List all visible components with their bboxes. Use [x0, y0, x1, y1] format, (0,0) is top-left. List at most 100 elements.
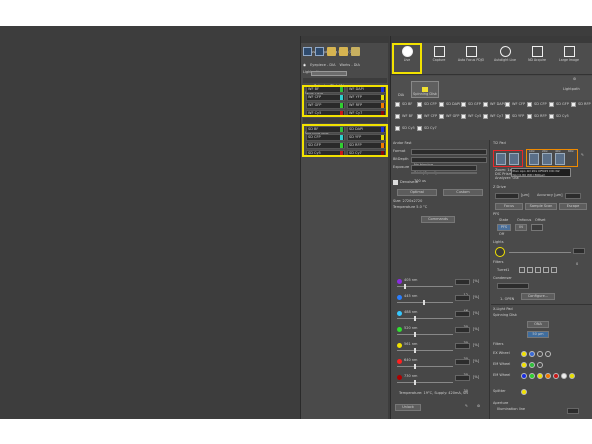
laser-slider-thumb[interactable] — [413, 348, 416, 353]
lightpath-check[interactable]: WF BF — [395, 114, 413, 119]
checkbox[interactable] — [461, 114, 466, 119]
ex-wheel-pos-3[interactable] — [537, 351, 543, 357]
checkbox[interactable] — [417, 126, 422, 131]
checkbox[interactable] — [395, 114, 400, 119]
objective-20x[interactable] — [509, 153, 519, 165]
accuracy-input[interactable]: 0.000 — [565, 193, 581, 210]
laser-toggle[interactable] — [397, 295, 402, 300]
ex-wheel-pos-2[interactable] — [529, 351, 535, 357]
unlock-button[interactable]: Unlock — [395, 404, 421, 411]
lightpath-check[interactable]: SD CFP — [527, 102, 547, 107]
auto-focus-pdjo-button[interactable]: Auto Focus PDJO — [457, 46, 485, 72]
condenser-select[interactable]: 1- OPEN — [497, 283, 529, 300]
lightpath-check[interactable]: SD RFP — [527, 114, 547, 119]
laser-toggle[interactable] — [397, 279, 402, 284]
commands-button[interactable]: Commands — [421, 216, 455, 223]
checkbox[interactable] — [417, 102, 422, 107]
exposure-slider[interactable] — [411, 172, 477, 174]
lightpath-check[interactable]: SD GFP — [461, 102, 481, 107]
edit-objective-icon[interactable]: ✎ — [581, 153, 584, 158]
laser-slider[interactable] — [397, 334, 453, 335]
objective-10x[interactable] — [496, 153, 506, 165]
turret-pos-3[interactable] — [535, 267, 541, 273]
lightpath-check[interactable]: SD CFP — [417, 102, 437, 107]
move-icon[interactable] — [351, 46, 360, 56]
laser-toggle[interactable] — [397, 343, 402, 348]
em-wheel-pos-2[interactable] — [529, 362, 535, 368]
lightpath-check[interactable]: WF CFP — [505, 102, 525, 107]
laser-value-input[interactable]: 30 — [455, 311, 470, 328]
checkbox[interactable] — [417, 114, 422, 119]
pfs-offset-button[interactable] — [531, 224, 543, 231]
checkbox[interactable] — [439, 102, 444, 107]
lightpath-check[interactable]: SD Cy5 — [395, 126, 415, 131]
laser-slider[interactable] — [397, 366, 453, 367]
em-wheel-pos-3[interactable] — [537, 362, 543, 368]
laser-value-input[interactable]: 12 — [455, 279, 470, 296]
checkbox[interactable] — [571, 102, 576, 107]
sample-scan-button[interactable]: Sample Scan — [525, 203, 557, 210]
lightpath-check[interactable]: WF GFP — [439, 114, 459, 119]
wide-field-section-header[interactable]: Wide Field — [303, 78, 387, 94]
turret-pos-5[interactable] — [551, 267, 557, 273]
tab-spinning-disk[interactable]: Spinning Disk — [411, 81, 439, 98]
checkbox[interactable] — [549, 114, 554, 119]
ex-wheel-pos-4[interactable] — [545, 351, 551, 357]
turret-pos-4[interactable] — [543, 267, 549, 273]
lamp-slider[interactable] — [509, 252, 571, 253]
lightpath-check[interactable]: SD YFP — [505, 114, 524, 119]
laser-toggle[interactable] — [397, 327, 402, 332]
nd-acquire-button[interactable]: ND Acquire — [523, 46, 551, 72]
layout-grid-icon[interactable] — [303, 46, 312, 56]
objective-60x[interactable] — [542, 153, 552, 165]
pfs-in-button[interactable]: IN — [515, 224, 527, 231]
checkbox[interactable] — [461, 102, 466, 107]
ona-button[interactable]: ONA — [527, 321, 549, 328]
checkbox[interactable] — [483, 114, 488, 119]
lightpath-check[interactable]: SD DAPI — [439, 102, 460, 107]
turret-positions[interactable] — [519, 267, 569, 273]
bitdepth-select[interactable]: 8 bit (Speed) — [411, 157, 487, 174]
checkbox[interactable] — [527, 114, 532, 119]
em-wheel-2-pos-3[interactable] — [537, 373, 543, 379]
laser-value-input[interactable]: 46 — [455, 295, 470, 312]
laser-slider-thumb[interactable] — [413, 380, 416, 385]
checkbox[interactable] — [505, 102, 510, 107]
z-position-input[interactable]: 4094.380 — [495, 193, 519, 210]
lightpath-check[interactable]: WF CFP — [417, 114, 437, 119]
laser-value-input[interactable]: 30 — [455, 327, 470, 344]
em-wheel-pos-1[interactable] — [521, 362, 527, 368]
denoise-checkbox[interactable] — [393, 180, 398, 185]
checkbox[interactable] — [439, 114, 444, 119]
custom-button[interactable]: Custom — [443, 189, 483, 196]
laser-toggle[interactable] — [397, 359, 402, 364]
em-wheel-2-pos-6[interactable] — [561, 373, 567, 379]
works-label[interactable]: Works - DIA — [340, 63, 360, 69]
pencil-icon[interactable]: ✎ — [465, 404, 468, 409]
ex-wheel-pos-1[interactable] — [521, 351, 527, 357]
checkbox[interactable] — [505, 114, 510, 119]
escape-button[interactable]: Escape — [559, 203, 587, 210]
laser-slider[interactable] — [397, 350, 453, 351]
laser-slider[interactable] — [397, 318, 453, 319]
em-wheel-2-pos-2[interactable] — [529, 373, 535, 379]
large-image-button[interactable]: Large Image — [555, 46, 583, 72]
optimal-button[interactable]: Optimal — [397, 189, 437, 196]
settings-icon[interactable]: ⚙ — [477, 404, 480, 409]
lightpath-check[interactable]: SD Cy5 — [549, 114, 569, 119]
lightpath-check[interactable]: SD Cy7 — [417, 126, 437, 131]
aperture-value[interactable]: 100 — [567, 408, 579, 414]
laser-toggle[interactable] — [397, 311, 402, 316]
lightpath-label[interactable]: Lightpath — [563, 87, 580, 92]
turret-pos-1[interactable] — [519, 267, 525, 273]
eye-icon[interactable]: ◉ — [303, 63, 306, 69]
lightpath-check[interactable]: SD GFP — [549, 102, 569, 107]
tab-dia[interactable]: DIA — [393, 81, 409, 98]
lamp-toggle[interactable] — [495, 247, 505, 257]
lightpath-check[interactable]: WF Cy7 — [483, 114, 503, 119]
organize-icon[interactable] — [339, 46, 348, 56]
em-wheel-2-pos-4[interactable] — [545, 373, 551, 379]
focus-button[interactable]: Focus — [495, 203, 523, 210]
laser-value-input[interactable]: 30 — [455, 359, 470, 376]
laser-slider-thumb[interactable] — [422, 300, 425, 305]
